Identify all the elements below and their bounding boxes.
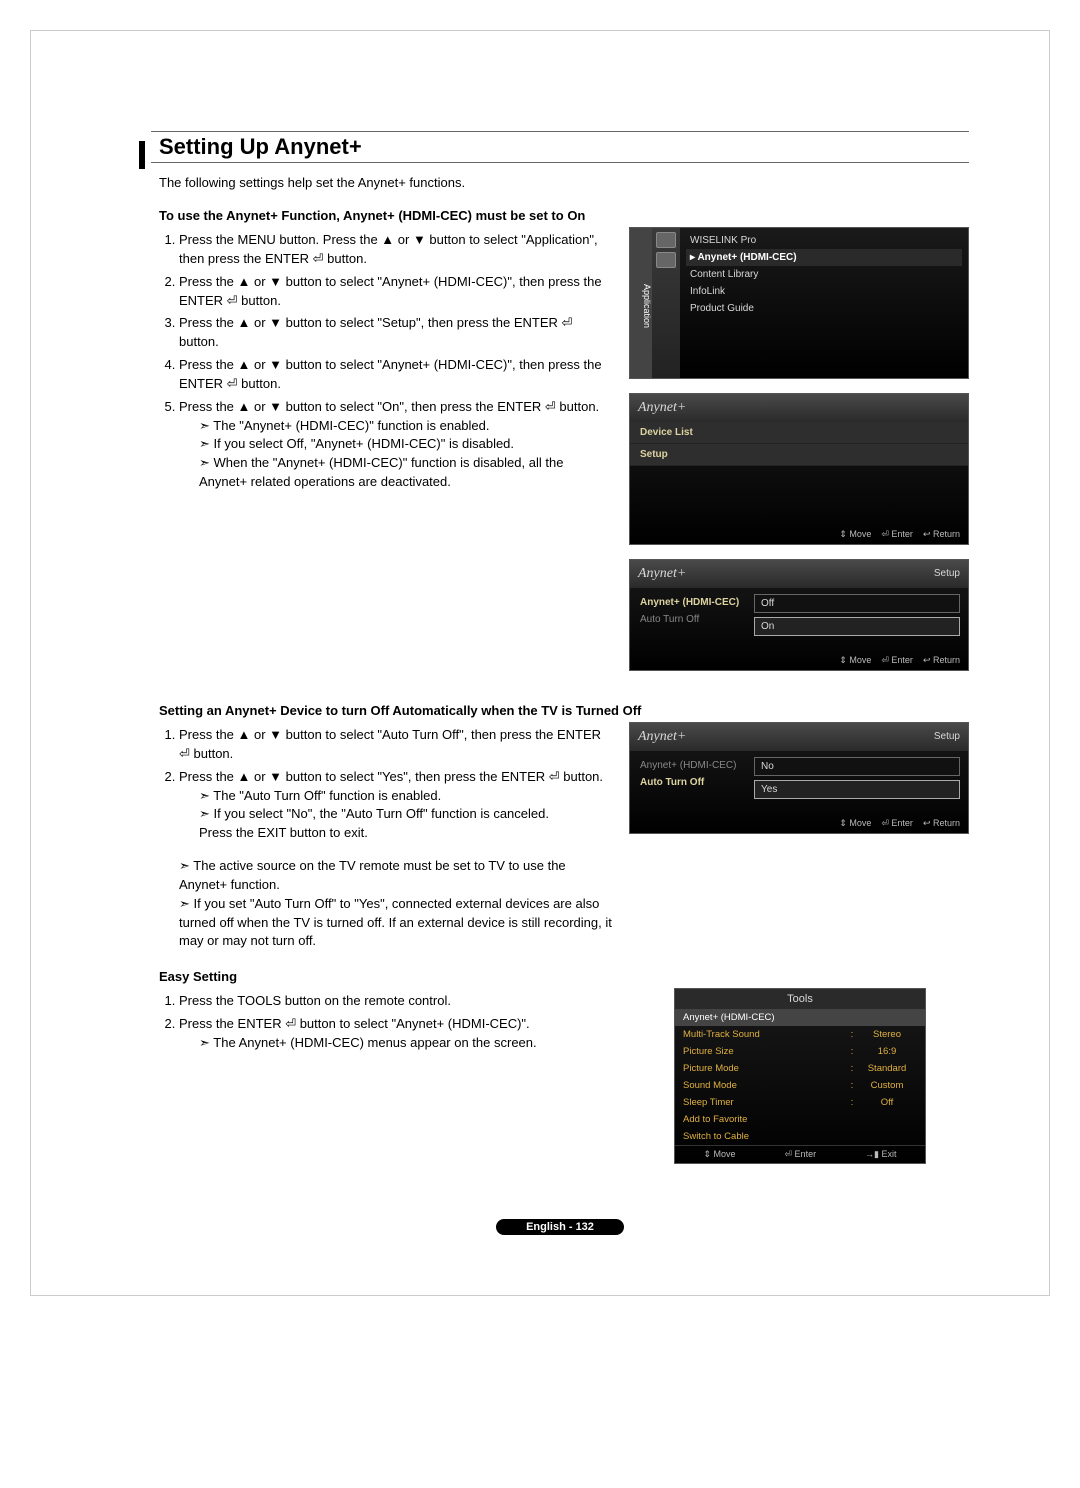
- step: Press the TOOLS button on the remote con…: [179, 992, 613, 1011]
- section-3-text: Press the TOOLS button on the remote con…: [151, 988, 613, 1178]
- osd-item[interactable]: Product Guide: [686, 300, 962, 317]
- heading-rule: [139, 141, 145, 169]
- osd-tools-row[interactable]: Add to Favorite: [675, 1111, 925, 1128]
- osd-tools-row[interactable]: Picture Mode:Standard: [675, 1060, 925, 1077]
- note: The "Anynet+ (HDMI-CEC)" function is ena…: [199, 417, 613, 436]
- section-2-text: Press the ▲ or ▼ button to select "Auto …: [151, 722, 613, 951]
- osd-app-list: WISELINK Pro ▸ Anynet+ (HDMI-CEC) Conten…: [680, 228, 968, 378]
- note: If you select "No", the "Auto Turn Off" …: [199, 805, 613, 824]
- osd-item-selected[interactable]: ▸ Anynet+ (HDMI-CEC): [686, 249, 962, 266]
- step: Press the ▲ or ▼ button to select "Yes",…: [179, 768, 613, 843]
- osd-tools-title: Tools: [675, 989, 925, 1009]
- osd-footer: ⇕ Move ⏎ Enter ↩ Return: [839, 529, 960, 540]
- note: The active source on the TV remote must …: [179, 857, 613, 895]
- note: If you select Off, "Anynet+ (HDMI-CEC)" …: [199, 435, 613, 454]
- osd-side-icons: [652, 228, 680, 378]
- osd-setup-onoff: Anynet+ Setup Anynet+ (HDMI-CEC) Auto Tu…: [629, 559, 969, 671]
- steps-3: Press the TOOLS button on the remote con…: [179, 992, 613, 1053]
- menu-icon: [656, 232, 676, 248]
- osd-brand: Anynet+: [630, 394, 968, 422]
- osd-label: Auto Turn Off: [638, 774, 748, 791]
- osd-footer: ⇕ Move ⏎ Enter ↩ Return: [839, 655, 960, 666]
- step: Press the ▲ or ▼ button to select "Auto …: [179, 726, 613, 764]
- hint-exit: →▮ Exit: [865, 1149, 896, 1160]
- section-2: Press the ▲ or ▼ button to select "Auto …: [151, 722, 969, 951]
- page-footer: English - 132: [151, 1218, 969, 1235]
- hint-enter: ⏎ Enter: [881, 655, 913, 666]
- subhead-hdmi-cec: To use the Anynet+ Function, Anynet+ (HD…: [159, 208, 969, 223]
- osd-item[interactable]: WISELINK Pro: [686, 232, 962, 249]
- page-number-pill: English - 132: [496, 1219, 624, 1235]
- intro-text: The following settings help set the Anyn…: [159, 175, 969, 190]
- osd-setup-noyes: Anynet+ Setup Anynet+ (HDMI-CEC) Auto Tu…: [629, 722, 969, 834]
- steps-1: Press the MENU button. Press the ▲ or ▼ …: [179, 231, 613, 492]
- osd-application-menu: Application WISELINK Pro ▸ Anynet+ (HDMI…: [629, 227, 969, 379]
- section-3: Press the TOOLS button on the remote con…: [151, 988, 969, 1178]
- manual-page: Setting Up Anynet+ The following setting…: [30, 30, 1050, 1296]
- osd-option-selected[interactable]: Yes: [754, 780, 960, 799]
- hint-move: ⇕ Move: [703, 1149, 735, 1160]
- section-1-text: Press the MENU button. Press the ▲ or ▼ …: [151, 227, 613, 685]
- exit-line: Press the EXIT button to exit.: [199, 824, 613, 843]
- step: Press the ▲ or ▼ button to select "On", …: [179, 398, 613, 492]
- osd-row[interactable]: Device List: [630, 422, 968, 444]
- section-2-screens: Anynet+ Setup Anynet+ (HDMI-CEC) Auto Tu…: [629, 722, 969, 951]
- step: Press the ▲ or ▼ button to select "Anyne…: [179, 273, 613, 311]
- step: Press the ENTER ⏎ button to select "Anyn…: [179, 1015, 613, 1053]
- hint-return: ↩ Return: [923, 529, 960, 540]
- hint-enter: ⏎ Enter: [785, 1149, 817, 1160]
- step: Press the ▲ or ▼ button to select "Setup…: [179, 314, 613, 352]
- note: The "Auto Turn Off" function is enabled.: [199, 787, 613, 806]
- osd-item[interactable]: InfoLink: [686, 283, 962, 300]
- subhead-auto-off: Setting an Anynet+ Device to turn Off Au…: [159, 703, 969, 718]
- osd-tools-row[interactable]: Multi-Track Sound:Stereo: [675, 1026, 925, 1043]
- osd-tools-row[interactable]: Sound Mode:Custom: [675, 1077, 925, 1094]
- osd-tools-menu: Tools Anynet+ (HDMI-CEC) Multi-Track Sou…: [674, 988, 926, 1164]
- note: If you set "Auto Turn Off" to "Yes", con…: [179, 895, 613, 952]
- osd-option[interactable]: Off: [754, 594, 960, 613]
- osd-tools-row-selected[interactable]: Anynet+ (HDMI-CEC): [675, 1009, 925, 1026]
- osd-anynet-menu: Anynet+ Device List Setup ⇕ Move ⏎ Enter…: [629, 393, 969, 545]
- osd-footer: ⇕ Move ⏎ Enter →▮ Exit: [675, 1145, 925, 1163]
- step: Press the MENU button. Press the ▲ or ▼ …: [179, 231, 613, 269]
- osd-tools-row[interactable]: Picture Size:16:9: [675, 1043, 925, 1060]
- menu-icon: [656, 252, 676, 268]
- subhead-easy-setting: Easy Setting: [159, 969, 969, 984]
- osd-side-label: Application: [630, 228, 652, 378]
- hint-move: ⇕ Move: [839, 529, 871, 540]
- hint-enter: ⏎ Enter: [881, 818, 913, 829]
- osd-setup-title: Setup: [934, 731, 960, 742]
- osd-tools-row[interactable]: Sleep Timer:Off: [675, 1094, 925, 1111]
- hint-return: ↩ Return: [923, 818, 960, 829]
- page-title: Setting Up Anynet+: [151, 131, 969, 163]
- note: The Anynet+ (HDMI-CEC) menus appear on t…: [199, 1034, 613, 1053]
- steps-2: Press the ▲ or ▼ button to select "Auto …: [179, 726, 613, 843]
- osd-option-selected[interactable]: On: [754, 617, 960, 636]
- section-1: Press the MENU button. Press the ▲ or ▼ …: [151, 227, 969, 685]
- osd-label: Anynet+ (HDMI-CEC): [638, 757, 748, 774]
- osd-setup-title: Setup: [934, 568, 960, 579]
- osd-brand: Anynet+ Setup: [630, 560, 968, 588]
- osd-label: Anynet+ (HDMI-CEC): [638, 594, 748, 611]
- osd-tools-row[interactable]: Switch to Cable: [675, 1128, 925, 1145]
- note: When the "Anynet+ (HDMI-CEC)" function i…: [199, 454, 613, 492]
- hint-return: ↩ Return: [923, 655, 960, 666]
- osd-tools-body: Anynet+ (HDMI-CEC) Multi-Track Sound:Ste…: [675, 1009, 925, 1145]
- step: Press the ▲ or ▼ button to select "Anyne…: [179, 356, 613, 394]
- section-3-screens: Tools Anynet+ (HDMI-CEC) Multi-Track Sou…: [629, 988, 969, 1178]
- section-1-screens: Application WISELINK Pro ▸ Anynet+ (HDMI…: [629, 227, 969, 685]
- osd-option[interactable]: No: [754, 757, 960, 776]
- hint-move: ⇕ Move: [839, 655, 871, 666]
- osd-footer: ⇕ Move ⏎ Enter ↩ Return: [839, 818, 960, 829]
- osd-brand: Anynet+ Setup: [630, 723, 968, 751]
- hint-move: ⇕ Move: [839, 818, 871, 829]
- osd-label: Auto Turn Off: [638, 611, 748, 628]
- osd-item[interactable]: Content Library: [686, 266, 962, 283]
- hint-enter: ⏎ Enter: [881, 529, 913, 540]
- osd-row[interactable]: Setup: [630, 444, 968, 466]
